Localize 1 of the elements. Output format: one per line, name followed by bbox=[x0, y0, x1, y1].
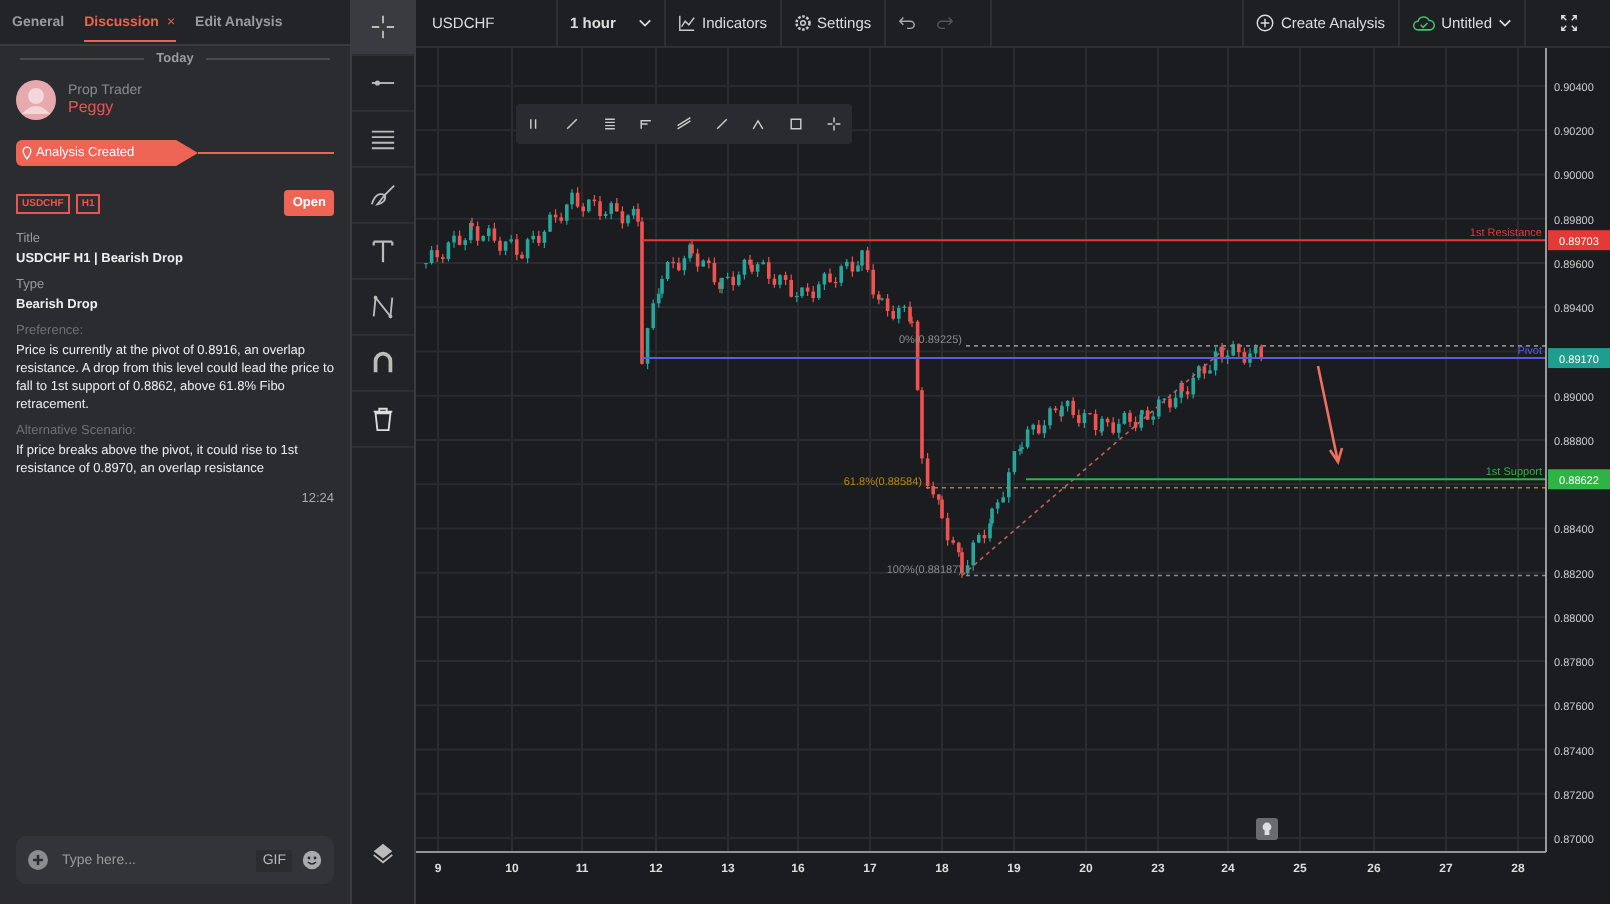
author-name: Peggy bbox=[68, 98, 116, 116]
